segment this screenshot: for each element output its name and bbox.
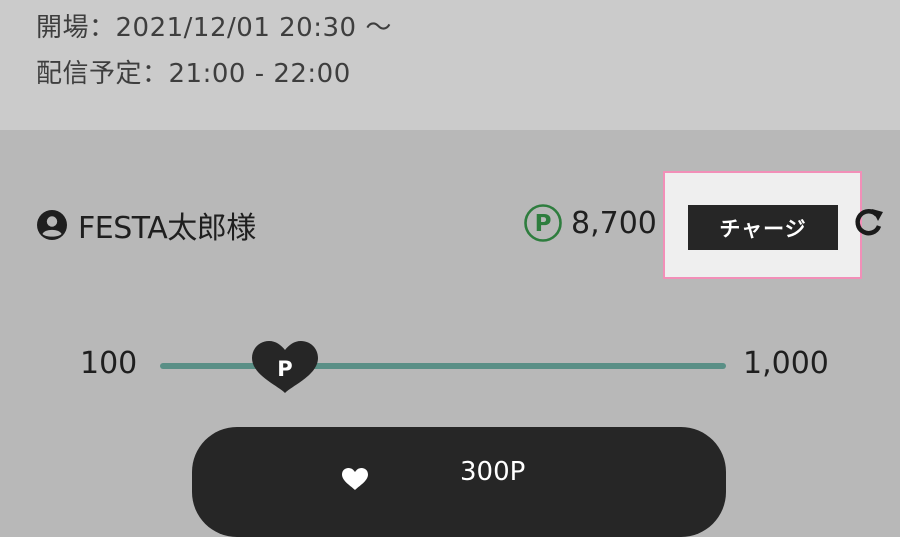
open-time-text: 開場：2021/12/01 20:30 ～ (36, 13, 392, 43)
points-balance: P 8,700 (523, 203, 657, 243)
point-circle-icon: P (524, 204, 562, 242)
send-points-button[interactable] (192, 427, 726, 537)
refresh-icon[interactable] (852, 206, 886, 240)
user-info: FESTA太郎様 (36, 203, 256, 247)
point-amount-slider-track[interactable] (160, 363, 726, 369)
slider-min-label: 100 (80, 346, 138, 381)
stream-schedule-text: 配信予定：21:00 - 22:00 (36, 59, 351, 89)
user-name: FESTA太郎様 (78, 211, 256, 246)
heart-icon (342, 468, 368, 490)
user-circle-icon (37, 210, 67, 240)
slider-thumb-heart[interactable]: P (250, 339, 320, 395)
points-value: 8,700 (571, 205, 657, 241)
charge-button[interactable]: チャージ (688, 205, 838, 250)
slider-max-label: 1,000 (743, 346, 829, 381)
svg-text:P: P (535, 211, 552, 237)
send-amount-label: 300P (460, 457, 526, 487)
slider-thumb-symbol: P (277, 357, 292, 381)
event-info-panel: 開場：2021/12/01 20:30 ～ 配信予定：21:00 - 22:00 (0, 0, 900, 130)
